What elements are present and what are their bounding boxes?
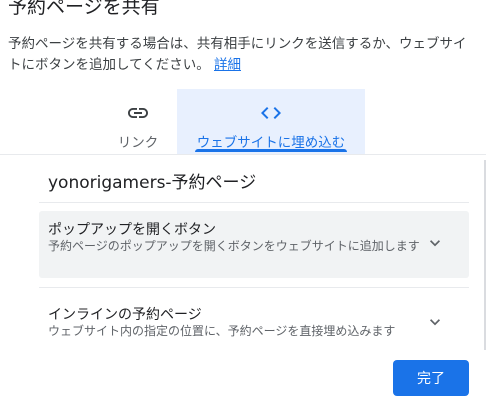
booking-page-name: yonorigamers-予約ページ — [48, 173, 257, 193]
tab-link-label: リンク — [117, 135, 159, 151]
option-inline-booking-page[interactable]: インラインの予約ページ ウェブサイト内の指定の位置に、予約ページを直接埋め込みま… — [39, 296, 469, 348]
option-popup-button[interactable]: ポップアップを開くボタン 予約ページのポップアップを開くボタンをウェブサイトに追… — [39, 211, 469, 278]
option-title: ポップアップを開くボタン — [48, 222, 216, 238]
chevron-down-icon[interactable] — [425, 312, 445, 332]
details-link[interactable]: 詳細 — [214, 57, 241, 73]
code-icon — [261, 107, 281, 119]
tab-embed-label: ウェブサイトに埋め込む — [196, 135, 346, 151]
done-button[interactable]: 完了 — [393, 360, 469, 396]
link-icon — [128, 108, 148, 118]
tab-link[interactable]: リンク — [100, 89, 176, 154]
tab-embed-website[interactable]: ウェブサイトに埋め込む — [177, 89, 365, 154]
chevron-down-icon[interactable] — [425, 233, 445, 253]
option-title: インラインの予約ページ — [48, 307, 202, 323]
option-description: ウェブサイト内の指定の位置に、予約ページを直接埋め込みます — [48, 324, 396, 338]
dialog-title: 予約ページを共有 — [8, 0, 160, 18]
selected-tab-indicator — [195, 149, 347, 152]
divider — [39, 202, 469, 203]
tabs-divider — [0, 154, 486, 155]
divider — [39, 287, 469, 288]
dialog-description: 予約ページを共有する場合は、共有相手にリンクを送信するか、ウェブサイトにボタンを… — [8, 34, 478, 76]
option-description: 予約ページのポップアップを開くボタンをウェブサイトに追加します — [48, 239, 420, 253]
